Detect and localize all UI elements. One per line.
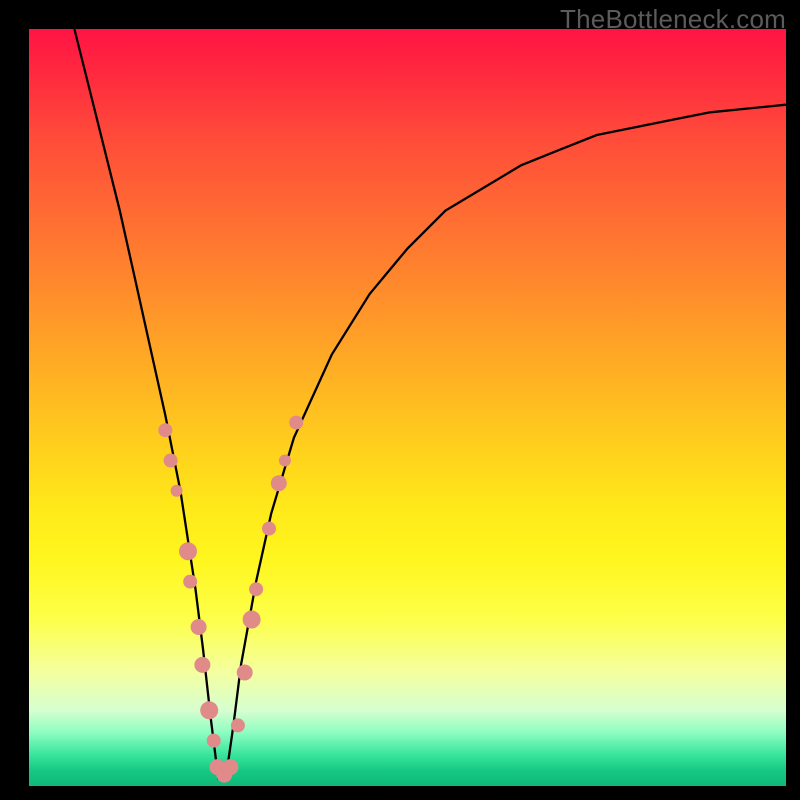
- bead-marker: [179, 542, 197, 560]
- curve-svg: [29, 29, 786, 786]
- bead-marker: [271, 475, 287, 491]
- bead-marker: [222, 759, 238, 775]
- bead-marker: [164, 454, 178, 468]
- plot-area: [29, 29, 786, 786]
- bead-marker: [262, 522, 276, 536]
- bead-marker: [158, 423, 172, 437]
- bead-marker: [207, 734, 221, 748]
- bead-marker: [194, 657, 210, 673]
- bead-group: [158, 416, 303, 783]
- bead-marker: [279, 455, 291, 467]
- bead-marker: [243, 611, 261, 629]
- bead-marker: [231, 718, 245, 732]
- bead-marker: [183, 575, 197, 589]
- bottleneck-curve: [74, 29, 786, 778]
- bead-marker: [237, 665, 253, 681]
- chart-frame: TheBottleneck.com: [0, 0, 800, 800]
- bead-marker: [249, 582, 263, 596]
- watermark-text: TheBottleneck.com: [560, 4, 786, 35]
- bead-marker: [191, 619, 207, 635]
- bead-marker: [289, 416, 303, 430]
- bead-marker: [171, 485, 183, 497]
- bead-marker: [200, 701, 218, 719]
